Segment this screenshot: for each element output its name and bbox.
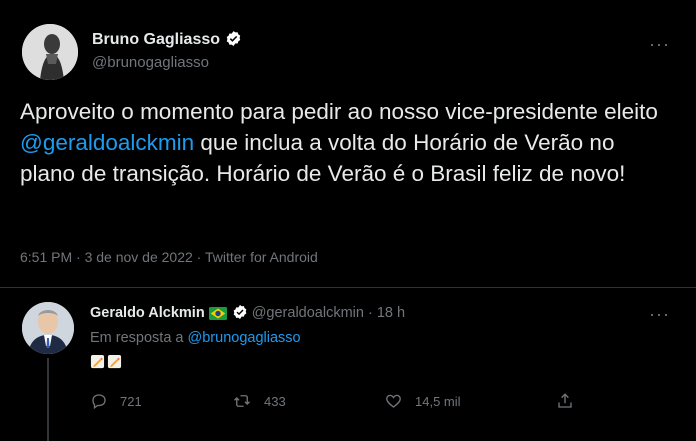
tweet-text: Aproveito o momento para pedir ao nosso … <box>20 96 660 189</box>
thread-line <box>47 358 49 441</box>
tweet-text-part: Aproveito o momento para pedir ao nosso … <box>20 99 658 124</box>
reply-text <box>90 354 124 374</box>
author-handle[interactable]: @brunogagliasso <box>92 54 209 71</box>
retweet-button[interactable]: 433 <box>232 392 286 410</box>
like-count: 14,5 mil <box>415 393 461 409</box>
reply-tweet[interactable]: Geraldo Alckmin @geraldoalckmin · 18 h ··… <box>0 288 696 441</box>
heart-icon <box>384 392 403 410</box>
more-options-icon[interactable]: ··· <box>649 304 670 325</box>
avatar[interactable] <box>22 302 74 354</box>
verified-badge-icon <box>225 30 242 52</box>
reply-to-mention[interactable]: @brunogagliasso <box>188 330 301 346</box>
reply-header: Geraldo Alckmin @geraldoalckmin · 18 h <box>90 304 405 324</box>
tweet-actions: 721 433 14,5 mil <box>90 392 590 414</box>
author-name[interactable]: Bruno Gagliasso <box>92 30 242 52</box>
reply-count: 721 <box>120 393 142 409</box>
verified-badge-icon <box>232 304 248 324</box>
brazil-flag-icon <box>208 307 227 324</box>
memo-icon <box>107 354 122 374</box>
more-options-icon[interactable]: ··· <box>649 34 670 55</box>
reply-button[interactable]: 721 <box>90 392 142 410</box>
retweet-count: 433 <box>264 393 286 409</box>
share-button[interactable] <box>556 392 574 410</box>
main-tweet: Bruno Gagliasso @brunogagliasso ··· Apro… <box>0 0 696 287</box>
reply-icon <box>90 392 108 410</box>
reply-author-name[interactable]: Geraldo Alckmin <box>90 305 205 321</box>
share-icon <box>556 392 574 410</box>
tweet-timestamp[interactable]: 6:51 PM · 3 de nov de 2022 · Twitter for… <box>20 249 318 265</box>
avatar[interactable] <box>22 24 78 80</box>
like-button[interactable]: 14,5 mil <box>384 392 461 410</box>
mention-link[interactable]: @geraldoalckmin <box>20 130 194 155</box>
reply-author-handle[interactable]: @geraldoalckmin · 18 h <box>252 305 405 321</box>
retweet-icon <box>232 392 252 410</box>
memo-icon <box>90 354 105 374</box>
reply-context: Em resposta a @brunogagliasso <box>90 330 301 346</box>
reply-to-label: Em resposta a <box>90 330 188 346</box>
